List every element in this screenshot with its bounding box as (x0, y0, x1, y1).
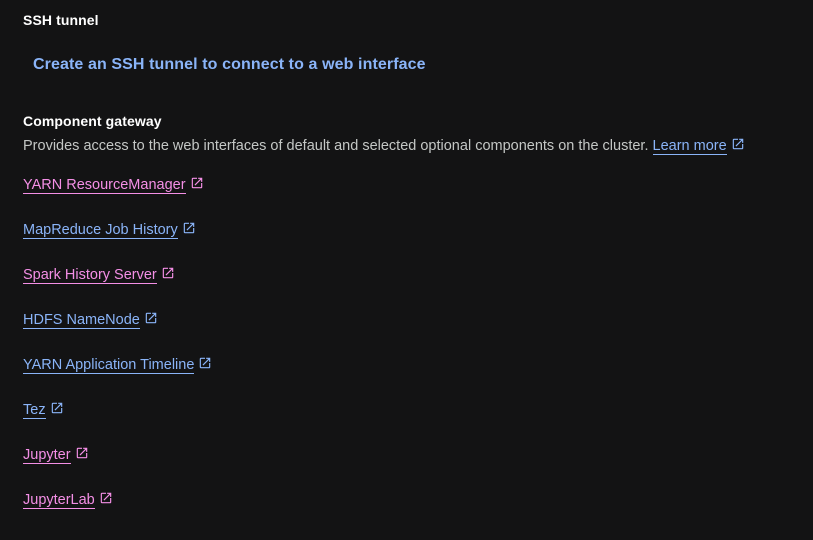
list-item: YARN ResourceManager (23, 176, 212, 221)
open-in-new-icon (731, 137, 745, 151)
link-label: MapReduce Job History (23, 222, 178, 239)
list-item: JupyterLab (23, 491, 212, 536)
mapreduce-job-history-link[interactable]: MapReduce Job History (23, 221, 196, 239)
learn-more-link[interactable]: Learn more (652, 138, 727, 155)
yarn-application-timeline-link[interactable]: YARN Application Timeline (23, 356, 212, 374)
open-in-new-icon (75, 446, 89, 460)
open-in-new-icon (182, 221, 196, 235)
create-ssh-tunnel-button[interactable]: Create an SSH tunnel to connect to a web… (23, 50, 436, 80)
list-item: Jupyter (23, 446, 212, 491)
open-in-new-icon (144, 311, 158, 325)
component-gateway-panel: SSH tunnel Create an SSH tunnel to conne… (0, 0, 813, 540)
jupyterlab-link[interactable]: JupyterLab (23, 491, 113, 509)
list-item: Spark History Server (23, 266, 212, 311)
learn-more-label: Learn more (652, 138, 727, 154)
component-gateway-description: Provides access to the web interfaces of… (23, 137, 745, 155)
link-label: HDFS NameNode (23, 312, 140, 329)
open-in-new-icon (190, 176, 204, 190)
link-label: Jupyter (23, 447, 71, 464)
spark-history-server-link[interactable]: Spark History Server (23, 266, 175, 284)
description-text: Provides access to the web interfaces of… (23, 138, 649, 154)
yarn-resourcemanager-link[interactable]: YARN ResourceManager (23, 176, 204, 194)
hdfs-namenode-link[interactable]: HDFS NameNode (23, 311, 158, 329)
link-label: JupyterLab (23, 492, 95, 509)
jupyter-link[interactable]: Jupyter (23, 446, 89, 464)
open-in-new-icon (161, 266, 175, 280)
tez-link[interactable]: Tez (23, 401, 64, 419)
list-item: HDFS NameNode (23, 311, 212, 356)
component-links-list: YARN ResourceManager MapReduce Job Histo… (23, 176, 212, 536)
list-item: YARN Application Timeline (23, 356, 212, 401)
link-label: YARN ResourceManager (23, 177, 186, 194)
open-in-new-icon (198, 356, 212, 370)
list-item: MapReduce Job History (23, 221, 212, 266)
list-item: Tez (23, 401, 212, 446)
link-label: Tez (23, 402, 46, 419)
link-label: Spark History Server (23, 267, 157, 284)
ssh-tunnel-heading: SSH tunnel (23, 12, 99, 28)
component-gateway-heading: Component gateway (23, 113, 162, 129)
open-in-new-icon (50, 401, 64, 415)
open-in-new-icon (99, 491, 113, 505)
link-label: YARN Application Timeline (23, 357, 195, 374)
